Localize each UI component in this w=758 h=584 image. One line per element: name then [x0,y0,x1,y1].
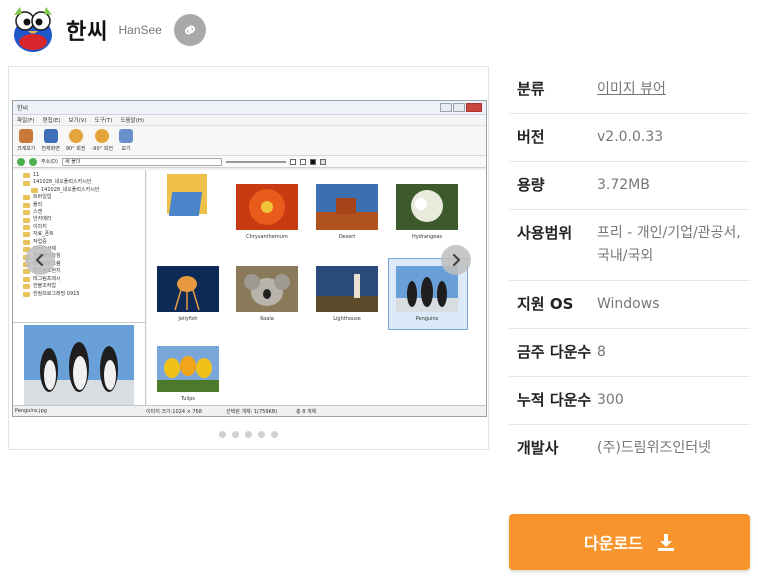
window-addressbar: 주소(D) 새 폴더 [13,156,486,168]
app-name: 한씨 [66,20,109,45]
download-label: 다운로드 [584,534,643,553]
gallery-next-button[interactable] [441,245,471,275]
tool-fullscreen: 전체화면 [41,129,60,152]
menu-item: 도구(T) [94,118,113,124]
info-label: 분류 [517,80,545,98]
screenshot-gallery: 한씨 파일(F) 편집(E) 보기(V) 도구(T) 도움말(H) 크게보기 전… [8,66,489,450]
info-row-developer: 개발사 (주)드림위즈인터넷 [509,425,750,472]
app-english-name: HanSee [118,23,162,37]
gallery-dot[interactable] [232,431,239,438]
download-button[interactable]: 다운로드 [509,514,750,570]
chevron-left-icon [35,253,44,267]
window-controls [440,103,482,112]
link-icon [184,25,195,35]
window-titlebar: 한씨 [13,101,486,115]
info-row-weekly-downloads: 금주 다운수 8 [509,329,750,377]
tool-rotate-cw: 90° 회전 [66,129,85,152]
info-row-category: 분류 이미지 뷰어 [509,66,750,114]
app-header: 한씨 HanSee [8,4,206,56]
gallery-dot[interactable] [258,431,265,438]
info-value: v2.0.0.33 [597,129,664,145]
gallery-dot[interactable] [245,431,252,438]
app-screenshot[interactable]: 한씨 파일(F) 편집(E) 보기(V) 도구(T) 도움말(H) 크게보기 전… [12,100,487,417]
tool-zoom: 크게보기 [17,129,35,152]
info-value: 300 [597,392,624,408]
window-statusbar: Penguins.jpg 이미지 크기:1024 × 768 선택된 개체: 1… [13,405,486,416]
gallery-prev-button[interactable] [25,245,55,275]
info-label: 사용범위 [517,224,573,242]
info-label: 버전 [517,128,545,146]
preview-pane [13,322,146,405]
gallery-dot[interactable] [271,431,278,438]
info-row-license: 사용범위 프리 - 개인/기업/관공서, 국내/국외 [509,210,750,281]
gallery-pagination [9,431,488,438]
menu-item: 보기(V) [68,118,87,124]
copy-link-button[interactable] [173,14,206,46]
info-row-os: 지원 OS Windows [509,281,750,329]
chevron-right-icon [452,253,461,267]
download-icon [657,534,674,551]
info-label: 용량 [517,176,545,194]
info-row-size: 용량 3.72MB [509,162,750,210]
menu-item: 도움말(H) [120,118,145,124]
info-value: Windows [597,296,660,312]
menu-item: 편집(E) [42,118,61,124]
window-toolbar: 크게보기 전체화면 90° 회전 -90° 회전 보기 [13,126,486,156]
window-menubar: 파일(F) 편집(E) 보기(V) 도구(T) 도움말(H) [13,115,486,126]
thumbnail-grid: Chrysanthemum Desert Hydrangeas Jellyfis… [147,170,486,405]
tool-rotate-ccw: -90° 회전 [91,129,113,152]
window-title: 한씨 [17,105,29,112]
info-row-version: 버전 v2.0.0.33 [509,114,750,162]
info-label: 누적 다운수 [517,391,592,409]
app-info-table: 분류 이미지 뷰어 버전 v2.0.0.33 용량 3.72MB 사용범위 프리… [509,66,750,472]
info-value: 프리 - 개인/기업/관공서, 국내/국외 [597,225,741,264]
tool-view: 보기 [118,129,133,152]
app-logo-icon [8,5,58,55]
menu-item: 파일(F) [17,118,35,124]
info-label: 개발사 [517,439,559,457]
info-row-total-downloads: 누적 다운수 300 [509,377,750,425]
info-label: 지원 OS [517,295,574,313]
gallery-dot[interactable] [219,431,226,438]
info-value: 3.72MB [597,177,650,193]
category-link[interactable]: 이미지 뷰어 [597,78,666,101]
info-value: 8 [597,344,606,360]
info-value: (주)드림위즈인터넷 [597,440,711,456]
info-label: 금주 다운수 [517,343,592,361]
